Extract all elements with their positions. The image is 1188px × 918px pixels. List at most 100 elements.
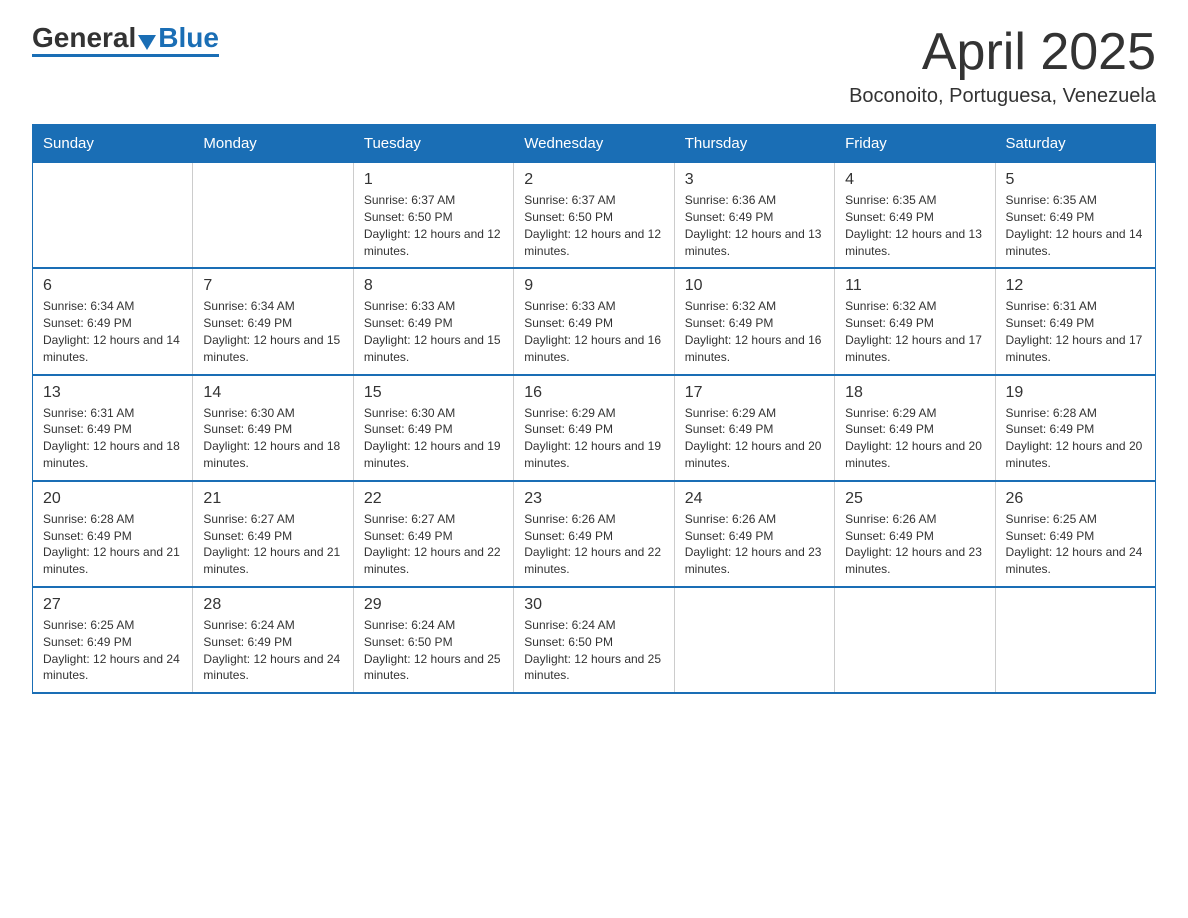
- day-info: Sunrise: 6:24 AMSunset: 6:49 PMDaylight:…: [203, 617, 342, 684]
- calendar-day-cell: 22 Sunrise: 6:27 AMSunset: 6:49 PMDayligh…: [353, 481, 513, 587]
- calendar-day-cell: 27 Sunrise: 6:25 AMSunset: 6:49 PMDayligh…: [33, 587, 193, 693]
- day-info: Sunrise: 6:29 AMSunset: 6:49 PMDaylight:…: [524, 405, 663, 472]
- day-number: 9: [524, 277, 663, 295]
- page-header: General Blue April 2025 Boconoito, Portu…: [32, 24, 1156, 108]
- day-info: Sunrise: 6:27 AMSunset: 6:49 PMDaylight:…: [364, 511, 503, 578]
- day-info: Sunrise: 6:25 AMSunset: 6:49 PMDaylight:…: [43, 617, 182, 684]
- calendar-day-cell: [674, 587, 834, 693]
- page-subtitle: Boconoito, Portuguesa, Venezuela: [849, 85, 1156, 108]
- day-info: Sunrise: 6:36 AMSunset: 6:49 PMDaylight:…: [685, 192, 824, 259]
- day-number: 17: [685, 384, 824, 402]
- calendar-day-cell: [835, 587, 995, 693]
- calendar-day-header: Friday: [835, 125, 995, 163]
- day-number: 1: [364, 171, 503, 189]
- calendar-day-header: Saturday: [995, 125, 1155, 163]
- calendar-day-cell: 19 Sunrise: 6:28 AMSunset: 6:49 PMDayligh…: [995, 375, 1155, 481]
- day-info: Sunrise: 6:26 AMSunset: 6:49 PMDaylight:…: [845, 511, 984, 578]
- day-number: 13: [43, 384, 182, 402]
- calendar-day-header: Monday: [193, 125, 353, 163]
- day-number: 19: [1006, 384, 1145, 402]
- day-number: 15: [364, 384, 503, 402]
- day-number: 30: [524, 596, 663, 614]
- day-info: Sunrise: 6:35 AMSunset: 6:49 PMDaylight:…: [845, 192, 984, 259]
- calendar-day-cell: 28 Sunrise: 6:24 AMSunset: 6:49 PMDayligh…: [193, 587, 353, 693]
- calendar-day-cell: [33, 163, 193, 269]
- day-info: Sunrise: 6:31 AMSunset: 6:49 PMDaylight:…: [1006, 298, 1145, 365]
- calendar-header-row: SundayMondayTuesdayWednesdayThursdayFrid…: [33, 125, 1156, 163]
- calendar-day-cell: 7 Sunrise: 6:34 AMSunset: 6:49 PMDaylight…: [193, 268, 353, 374]
- calendar-day-cell: 6Sunrise: 6:34 AMSunset: 6:49 PMDaylight…: [33, 268, 193, 374]
- day-number: 14: [203, 384, 342, 402]
- logo-underline: [32, 54, 219, 57]
- calendar-week-row: 27 Sunrise: 6:25 AMSunset: 6:49 PMDayligh…: [33, 587, 1156, 693]
- day-number: 10: [685, 277, 824, 295]
- day-number: 21: [203, 490, 342, 508]
- calendar-day-cell: 9 Sunrise: 6:33 AMSunset: 6:49 PMDaylight…: [514, 268, 674, 374]
- day-info: Sunrise: 6:37 AMSunset: 6:50 PMDaylight:…: [364, 192, 503, 259]
- calendar-day-cell: 14 Sunrise: 6:30 AMSunset: 6:49 PMDayligh…: [193, 375, 353, 481]
- calendar-day-cell: [193, 163, 353, 269]
- calendar-day-cell: 3Sunrise: 6:36 AMSunset: 6:49 PMDaylight…: [674, 163, 834, 269]
- day-number: 12: [1006, 277, 1145, 295]
- calendar-day-cell: 20Sunrise: 6:28 AMSunset: 6:49 PMDayligh…: [33, 481, 193, 587]
- day-info: Sunrise: 6:31 AMSunset: 6:49 PMDaylight:…: [43, 405, 182, 472]
- day-number: 25: [845, 490, 984, 508]
- day-info: Sunrise: 6:30 AMSunset: 6:49 PMDaylight:…: [364, 405, 503, 472]
- calendar-day-cell: 30 Sunrise: 6:24 AMSunset: 6:50 PMDayligh…: [514, 587, 674, 693]
- calendar-day-cell: 16 Sunrise: 6:29 AMSunset: 6:49 PMDayligh…: [514, 375, 674, 481]
- day-number: 29: [364, 596, 503, 614]
- calendar-day-cell: 11 Sunrise: 6:32 AMSunset: 6:49 PMDayligh…: [835, 268, 995, 374]
- calendar-day-cell: 23Sunrise: 6:26 AMSunset: 6:49 PMDayligh…: [514, 481, 674, 587]
- calendar-day-cell: 2 Sunrise: 6:37 AMSunset: 6:50 PMDaylight…: [514, 163, 674, 269]
- calendar-day-cell: 4Sunrise: 6:35 AMSunset: 6:49 PMDaylight…: [835, 163, 995, 269]
- day-info: Sunrise: 6:37 AMSunset: 6:50 PMDaylight:…: [524, 192, 663, 259]
- day-number: 16: [524, 384, 663, 402]
- calendar-day-cell: 13 Sunrise: 6:31 AMSunset: 6:49 PMDayligh…: [33, 375, 193, 481]
- day-info: Sunrise: 6:28 AMSunset: 6:49 PMDaylight:…: [1006, 405, 1145, 472]
- day-info: Sunrise: 6:35 AMSunset: 6:49 PMDaylight:…: [1006, 192, 1145, 259]
- day-number: 22: [364, 490, 503, 508]
- day-number: 2: [524, 171, 663, 189]
- calendar-day-header: Thursday: [674, 125, 834, 163]
- day-info: Sunrise: 6:26 AMSunset: 6:49 PMDaylight:…: [685, 511, 824, 578]
- day-number: 11: [845, 277, 984, 295]
- day-number: 5: [1006, 171, 1145, 189]
- day-info: Sunrise: 6:33 AMSunset: 6:49 PMDaylight:…: [364, 298, 503, 365]
- calendar-day-cell: 5 Sunrise: 6:35 AMSunset: 6:49 PMDaylight…: [995, 163, 1155, 269]
- calendar-day-cell: 17 Sunrise: 6:29 AMSunset: 6:49 PMDayligh…: [674, 375, 834, 481]
- calendar-day-header: Sunday: [33, 125, 193, 163]
- day-info: Sunrise: 6:34 AMSunset: 6:49 PMDaylight:…: [43, 298, 182, 365]
- day-number: 26: [1006, 490, 1145, 508]
- calendar-day-cell: 24Sunrise: 6:26 AMSunset: 6:49 PMDayligh…: [674, 481, 834, 587]
- calendar-day-header: Wednesday: [514, 125, 674, 163]
- calendar-day-cell: 10 Sunrise: 6:32 AMSunset: 6:49 PMDayligh…: [674, 268, 834, 374]
- calendar-week-row: 1 Sunrise: 6:37 AMSunset: 6:50 PMDaylight…: [33, 163, 1156, 269]
- calendar-day-cell: 18 Sunrise: 6:29 AMSunset: 6:49 PMDayligh…: [835, 375, 995, 481]
- day-number: 27: [43, 596, 182, 614]
- day-info: Sunrise: 6:25 AMSunset: 6:49 PMDaylight:…: [1006, 511, 1145, 578]
- calendar-day-cell: 29 Sunrise: 6:24 AMSunset: 6:50 PMDayligh…: [353, 587, 513, 693]
- logo: General Blue: [32, 24, 219, 57]
- day-info: Sunrise: 6:26 AMSunset: 6:49 PMDaylight:…: [524, 511, 663, 578]
- day-number: 8: [364, 277, 503, 295]
- day-info: Sunrise: 6:29 AMSunset: 6:49 PMDaylight:…: [845, 405, 984, 472]
- day-info: Sunrise: 6:33 AMSunset: 6:49 PMDaylight:…: [524, 298, 663, 365]
- calendar-day-cell: 26 Sunrise: 6:25 AMSunset: 6:49 PMDayligh…: [995, 481, 1155, 587]
- day-info: Sunrise: 6:32 AMSunset: 6:49 PMDaylight:…: [685, 298, 824, 365]
- title-block: April 2025 Boconoito, Portuguesa, Venezu…: [849, 24, 1156, 108]
- logo-triangle-icon: [138, 35, 156, 50]
- day-info: Sunrise: 6:32 AMSunset: 6:49 PMDaylight:…: [845, 298, 984, 365]
- calendar-day-cell: 8 Sunrise: 6:33 AMSunset: 6:49 PMDaylight…: [353, 268, 513, 374]
- calendar-week-row: 6Sunrise: 6:34 AMSunset: 6:49 PMDaylight…: [33, 268, 1156, 374]
- calendar-day-header: Tuesday: [353, 125, 513, 163]
- day-number: 7: [203, 277, 342, 295]
- day-info: Sunrise: 6:34 AMSunset: 6:49 PMDaylight:…: [203, 298, 342, 365]
- page-title: April 2025: [849, 24, 1156, 81]
- day-info: Sunrise: 6:29 AMSunset: 6:49 PMDaylight:…: [685, 405, 824, 472]
- day-number: 18: [845, 384, 984, 402]
- day-info: Sunrise: 6:24 AMSunset: 6:50 PMDaylight:…: [524, 617, 663, 684]
- day-info: Sunrise: 6:24 AMSunset: 6:50 PMDaylight:…: [364, 617, 503, 684]
- day-info: Sunrise: 6:30 AMSunset: 6:49 PMDaylight:…: [203, 405, 342, 472]
- day-number: 28: [203, 596, 342, 614]
- day-info: Sunrise: 6:28 AMSunset: 6:49 PMDaylight:…: [43, 511, 182, 578]
